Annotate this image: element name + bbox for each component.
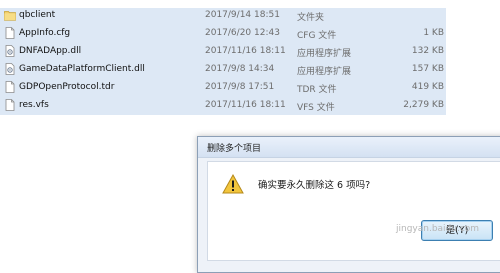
file-type: 文件夹 [297, 13, 325, 23]
file-type: VFS 文件 [297, 103, 335, 113]
file-row[interactable]: AppInfo.cfg 2017/6/20 12:43 CFG 文件 1 KB [0, 26, 446, 41]
file-name: GameDataPlatformClient.dll [19, 64, 145, 74]
file-size: 1 KB [423, 28, 444, 38]
file-list: qbclient 2017/9/14 18:51 文件夹 AppInfo.cfg… [0, 8, 446, 115]
file-size: 157 KB [411, 64, 444, 74]
dialog-message: 确实要永久删除这 6 项吗? [258, 180, 371, 191]
file-size: 2,279 KB [403, 100, 444, 110]
file-name: DNFADApp.dll [19, 46, 82, 56]
file-date: 2017/11/16 18:11 [205, 100, 286, 110]
file-row[interactable]: GameDataPlatformClient.dll 2017/9/8 14:3… [0, 62, 446, 77]
file-type: CFG 文件 [297, 31, 337, 41]
file-icon [5, 99, 15, 111]
file-name: AppInfo.cfg [19, 28, 71, 38]
file-icon [5, 81, 15, 93]
file-date: 2017/9/8 14:34 [205, 64, 275, 74]
file-row[interactable]: qbclient 2017/9/14 18:51 文件夹 [0, 8, 446, 23]
dialog-title: 删除多个项目 [207, 144, 262, 154]
file-icon [5, 27, 15, 39]
dialog-body: 确实要永久删除这 6 项吗? 是(Y) [207, 161, 500, 261]
file-row[interactable]: DNFADApp.dll 2017/11/16 18:11 应用程序扩展 132… [0, 44, 446, 59]
file-date: 2017/9/8 17:51 [205, 82, 275, 92]
file-size: 132 KB [411, 46, 444, 56]
dll-icon [5, 63, 15, 75]
file-row[interactable]: GDPOpenProtocol.tdr 2017/9/8 17:51 TDR 文… [0, 80, 446, 95]
dialog-titlebar[interactable]: 删除多个项目 [198, 137, 500, 158]
file-type: 应用程序扩展 [297, 49, 352, 59]
file-name: res.vfs [19, 100, 49, 110]
file-date: 2017/11/16 18:11 [205, 46, 286, 56]
watermark: jingyan.baidu.com [396, 224, 480, 234]
file-size: 419 KB [411, 82, 444, 92]
file-date: 2017/6/20 12:43 [205, 28, 280, 38]
file-type: TDR 文件 [297, 85, 337, 95]
warning-icon [222, 174, 244, 194]
file-row[interactable]: res.vfs 2017/11/16 18:11 VFS 文件 2,279 KB [0, 98, 446, 113]
dll-icon [5, 45, 15, 57]
file-name: qbclient [19, 10, 56, 20]
file-date: 2017/9/14 18:51 [205, 10, 280, 20]
file-name: GDPOpenProtocol.tdr [19, 82, 115, 92]
folder-icon [4, 11, 16, 21]
file-type: 应用程序扩展 [297, 67, 352, 77]
delete-confirm-dialog: 删除多个项目 确实要永久删除这 6 项吗? 是(Y) [197, 136, 500, 273]
